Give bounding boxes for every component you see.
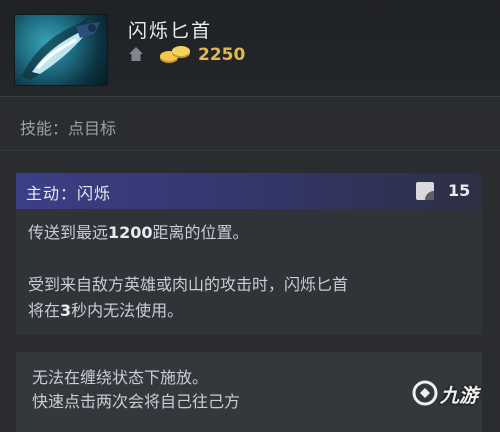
divider (0, 150, 500, 151)
item-name: 闪烁匕首 (128, 20, 213, 42)
cooldown-value: 15 (448, 181, 471, 200)
divider (0, 96, 500, 97)
active-ability-description: 传送到最远1200距离的位置。 受到来自敌方英雄或肉山的攻击时，闪烁匕首 将在3… (16, 209, 482, 335)
note-line: 无法在缠绕状态下施放。 (32, 368, 209, 387)
blink-dagger-icon (14, 14, 108, 86)
home-icon (129, 47, 143, 61)
note-line: 快速点击两次会将自己往己方 (32, 392, 241, 411)
item-cost: 2250 (198, 45, 246, 65)
active-ability-title: 主动：闪烁 (26, 184, 112, 203)
description-line: 将在3秒内无法使用。 (28, 301, 184, 320)
ability-target-type: 技能：点目标 (20, 119, 117, 138)
item-header: 闪烁匕首 2250 (0, 0, 500, 96)
description-line: 受到来自敌方英雄或肉山的攻击时，闪烁匕首 (28, 275, 349, 294)
watermark-logo-icon (412, 380, 438, 406)
watermark: 九游 (412, 378, 496, 408)
cooldown-icon (416, 182, 434, 200)
gold-coins-icon (160, 46, 190, 63)
description-line: 传送到最远1200距离的位置。 (28, 223, 249, 242)
active-ability-header: 主动：闪烁 15 (16, 173, 482, 209)
watermark-text: 九游 (440, 385, 479, 407)
